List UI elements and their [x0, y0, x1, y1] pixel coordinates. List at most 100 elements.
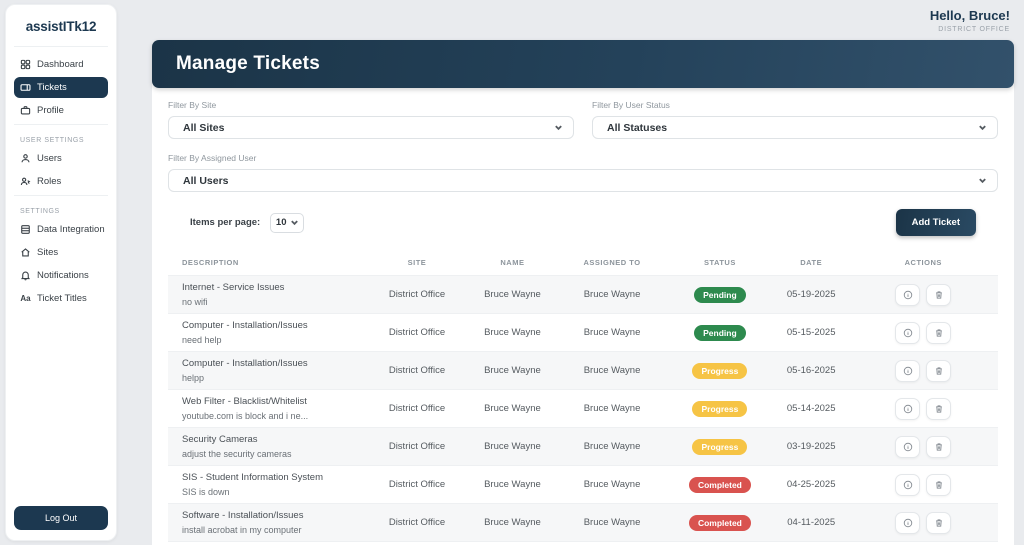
ticket-delete-button[interactable] — [926, 360, 951, 382]
ticket-assigned-to: Bruce Wayne — [558, 542, 666, 545]
ticket-info-button[interactable] — [895, 284, 920, 306]
ticket-delete-button[interactable] — [926, 512, 951, 534]
briefcase-icon — [20, 105, 31, 116]
sidebar-item-data-integration[interactable]: Data Integration — [14, 219, 108, 240]
ticket-site: District Office — [367, 390, 467, 428]
sidebar-item-notifications[interactable]: Notifications — [14, 265, 108, 286]
ticket-info-button[interactable] — [895, 512, 920, 534]
status-select[interactable]: All Statuses — [592, 116, 998, 139]
table-row: Internet - Service Issues no wifi Distri… — [168, 276, 998, 314]
ticket-site: District Office — [367, 428, 467, 466]
ticket-name: Bruce Wayne — [467, 466, 558, 504]
sidebar-item-label: Roles — [37, 176, 61, 187]
table-row: Student Website Account District Office … — [168, 542, 998, 545]
status-badge: Completed — [689, 477, 751, 493]
status-badge: Pending — [694, 287, 746, 303]
filter-user-status: Filter By User Status All Statuses — [592, 100, 998, 139]
ticket-site: District Office — [367, 466, 467, 504]
chevron-down-icon — [978, 123, 987, 132]
sidebar-item-profile[interactable]: Profile — [14, 100, 108, 121]
sidebar-item-ticket-titles[interactable]: Aa Ticket Titles — [14, 288, 108, 309]
ticket-title: Security Cameras — [182, 434, 363, 445]
ticket-name: Bruce Wayne — [467, 504, 558, 542]
table-header-row: DESCRIPTION SITE NAME ASSIGNED TO STATUS… — [168, 250, 998, 276]
sidebar-item-users[interactable]: Users — [14, 148, 108, 169]
info-icon — [903, 366, 913, 376]
section-title-user-settings: USER SETTINGS — [14, 131, 108, 147]
ticket-info-button[interactable] — [895, 398, 920, 420]
items-per-page-label: Items per page: — [190, 217, 260, 228]
sidebar-item-label: Tickets — [37, 82, 67, 93]
bell-icon — [20, 270, 31, 281]
filter-site: Filter By Site All Sites — [168, 100, 574, 139]
ticket-info-button[interactable] — [895, 436, 920, 458]
ticket-delete-button[interactable] — [926, 322, 951, 344]
ticket-delete-button[interactable] — [926, 398, 951, 420]
ticket-date: 05-19-2025 — [774, 276, 849, 314]
trash-icon — [934, 518, 944, 528]
filter-site-label: Filter By Site — [168, 100, 574, 110]
add-ticket-button[interactable]: Add Ticket — [896, 209, 976, 236]
ticket-date: 05-16-2025 — [774, 352, 849, 390]
trash-icon — [934, 328, 944, 338]
table-row: Security Cameras adjust the security cam… — [168, 428, 998, 466]
topbar: Hello, Bruce! DISTRICT OFFICE — [930, 8, 1010, 33]
items-per-page-value: 10 — [276, 217, 287, 228]
table-row: SIS - Student Information System SIS is … — [168, 466, 998, 504]
ticket-subtitle: SIS is down — [182, 487, 363, 497]
site-select-value: All Sites — [183, 122, 554, 134]
ticket-date: 05-15-2025 — [774, 314, 849, 352]
ticket-subtitle: youtube.com is block and i ne... — [182, 411, 363, 421]
col-description: DESCRIPTION — [168, 250, 367, 276]
filter-status-label: Filter By User Status — [592, 100, 998, 110]
roles-icon — [20, 176, 31, 187]
section-title-settings: SETTINGS — [14, 202, 108, 218]
trash-icon — [934, 290, 944, 300]
sidebar: assistITk12 Dashboard Tickets Profile US… — [5, 4, 117, 541]
chevron-down-icon — [554, 123, 563, 132]
site-select[interactable]: All Sites — [168, 116, 574, 139]
sidebar-item-sites[interactable]: Sites — [14, 242, 108, 263]
ticket-table-body: Internet - Service Issues no wifi Distri… — [168, 276, 998, 545]
assigned-user-select[interactable]: All Users — [168, 169, 998, 192]
trash-icon — [934, 366, 944, 376]
ticket-assigned-to: Bruce Wayne — [558, 390, 666, 428]
sidebar-item-label: Profile — [37, 105, 64, 116]
ticket-subtitle: adjust the security cameras — [182, 449, 363, 459]
ticket-date: 05-14-2025 — [774, 390, 849, 428]
sidebar-item-roles[interactable]: Roles — [14, 171, 108, 192]
info-icon — [903, 290, 913, 300]
ticket-subtitle: helpp — [182, 373, 363, 383]
sidebar-item-tickets[interactable]: Tickets — [14, 77, 108, 98]
ticket-title: Computer - Installation/Issues — [182, 320, 363, 331]
items-per-page-select[interactable]: 10 — [270, 213, 304, 233]
status-badge: Progress — [692, 401, 747, 417]
sidebar-item-label: Dashboard — [37, 59, 83, 70]
sidebar-item-dashboard[interactable]: Dashboard — [14, 54, 108, 75]
col-site: SITE — [367, 250, 467, 276]
ticket-name: Bruce Wayne — [467, 428, 558, 466]
divider — [14, 195, 108, 196]
ticket-name: Bruce Wayne — [467, 352, 558, 390]
page-header-banner: Manage Tickets — [152, 40, 1014, 88]
ticket-site: District Office — [367, 504, 467, 542]
info-icon — [903, 442, 913, 452]
divider — [14, 124, 108, 125]
table-row: Software - Installation/Issues install a… — [168, 504, 998, 542]
ticket-info-button[interactable] — [895, 474, 920, 496]
logout-button[interactable]: Log Out — [14, 506, 108, 530]
ticket-info-button[interactable] — [895, 360, 920, 382]
user-icon — [20, 153, 31, 164]
trash-icon — [934, 480, 944, 490]
ticket-delete-button[interactable] — [926, 474, 951, 496]
ticket-title: Web Filter - Blacklist/Whitelist — [182, 396, 363, 407]
database-icon — [20, 224, 31, 235]
assigned-select-value: All Users — [183, 175, 978, 187]
ticket-name: Bruce Wayne — [467, 276, 558, 314]
ticket-site: District Office — [367, 314, 467, 352]
ticket-delete-button[interactable] — [926, 436, 951, 458]
ticket-info-button[interactable] — [895, 322, 920, 344]
ticket-delete-button[interactable] — [926, 284, 951, 306]
info-icon — [903, 328, 913, 338]
ticket-subtitle: no wifi — [182, 297, 363, 307]
